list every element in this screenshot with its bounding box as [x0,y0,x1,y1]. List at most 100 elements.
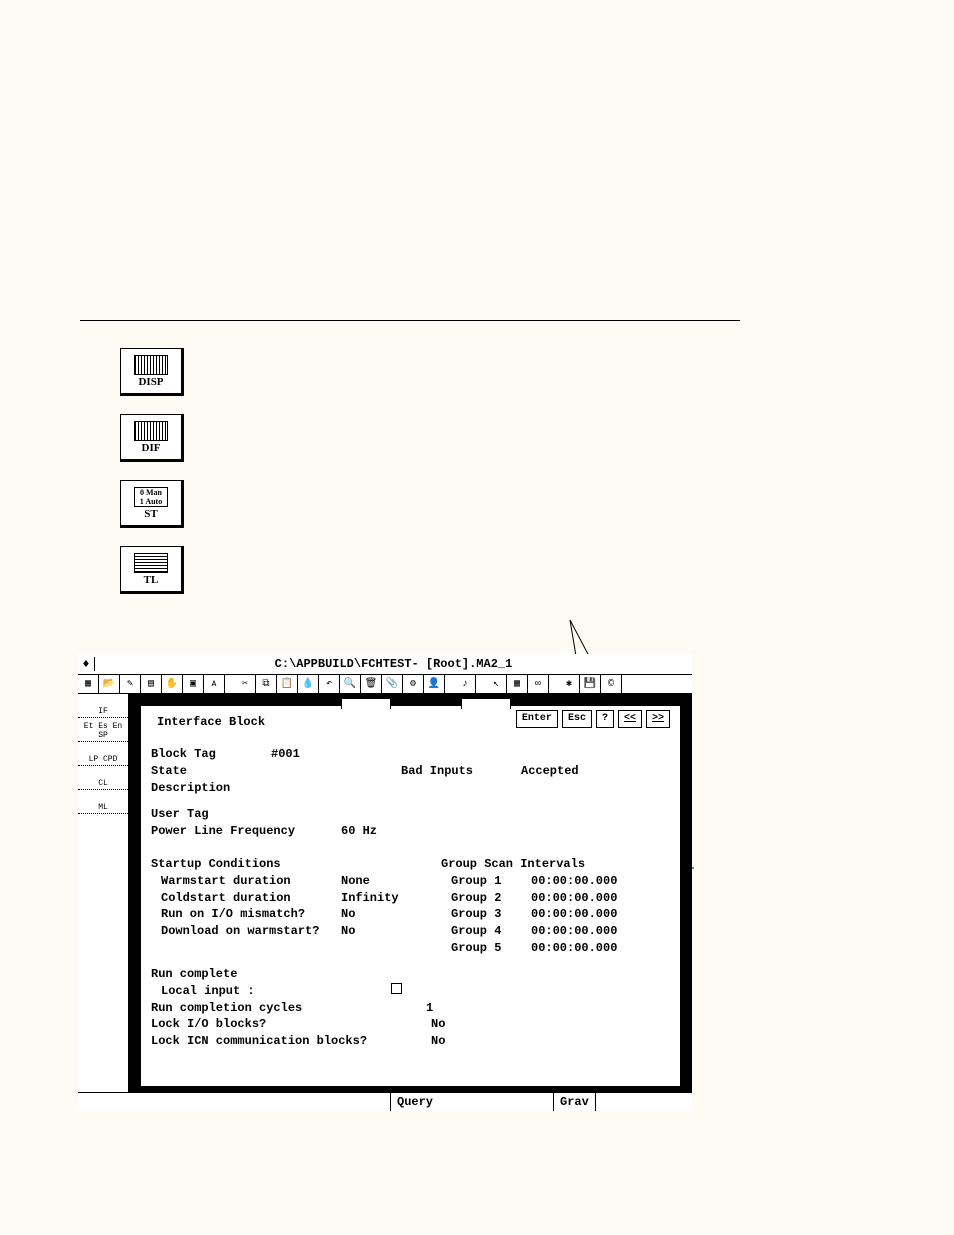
disp-button[interactable]: DISP [120,348,184,396]
dlwarm-label: Download on warmstart? [161,923,341,940]
system-menu-icon[interactable]: ♦ [78,657,95,671]
sidebar-et[interactable]: Et Es En SP [78,718,128,742]
monitor-icon [134,421,168,441]
run-cycles-label: Run completion cycles [151,1000,426,1017]
local-input-label: Local input : [161,983,391,1000]
tl-button[interactable]: TL [120,546,184,594]
run-cycles-value[interactable]: 1 [426,1000,433,1017]
tb-gear-icon[interactable]: ⚙ [403,675,424,693]
block-tag-label: Block Tag [151,746,271,763]
app-window: ♦ C:\APPBUILD\FCHTEST- [Root].MA2_1 ▦ 📂 … [78,654,692,1111]
iomismatch-value[interactable]: No [341,906,355,923]
tb-copy-icon[interactable]: ⧉ [256,675,277,693]
coldstart-label: Coldstart duration [161,890,341,907]
tb-tag-icon[interactable]: ▣ [183,675,204,693]
st-button[interactable]: 0 Man 1 Auto ST [120,480,184,528]
startup-heading: Startup Conditions [151,856,399,873]
g4-value[interactable]: 00:00:00.000 [531,923,617,940]
description-label: Description [151,780,230,797]
plf-label: Power Line Frequency [151,823,341,840]
g2-value[interactable]: 00:00:00.000 [531,890,617,907]
manauto-icon: 0 Man 1 Auto [134,487,168,507]
status-query: Query [391,1093,554,1111]
horizontal-rule [80,320,740,321]
title-bar: ♦ C:\APPBUILD\FCHTEST- [Root].MA2_1 [78,654,692,675]
warmstart-label: Warmstart duration [161,873,341,890]
next-button[interactable]: >> [646,710,670,728]
block-tag-value[interactable]: #001 [271,746,300,763]
icon-stack: DISP DIF 0 Man 1 Auto ST TL [120,348,184,594]
tb-cut-icon[interactable]: ✂ [235,675,256,693]
coldstart-value[interactable]: Infinity [341,890,399,907]
dialog-controls: Enter Esc ? << >> [516,710,670,728]
status-spacer [78,1093,391,1111]
tab-handle-2[interactable] [461,698,511,709]
plf-value[interactable]: 60 Hz [341,823,377,840]
st-label: ST [144,508,157,520]
dlwarm-value[interactable]: No [341,923,355,940]
tb-user-icon[interactable]: 👤 [424,675,445,693]
local-input-checkbox[interactable] [391,983,402,994]
tool-sidebar: IF Et Es En SP LP CPD CL ML [78,694,129,1092]
tb-edit-icon[interactable]: ✎ [120,675,141,693]
tb-paste-icon[interactable]: 📋 [277,675,298,693]
tb-stack-icon[interactable]: ▤ [141,675,162,693]
tb-disk-icon[interactable]: ▦ [78,675,99,693]
state-label: State [151,763,401,780]
status-bar: Query Grav [78,1092,692,1111]
tb-zoom-icon[interactable]: 🔍 [340,675,361,693]
lock-icn-value[interactable]: No [431,1033,445,1050]
tab-handle-1[interactable] [341,698,391,709]
dif-label: DIF [142,442,161,454]
g1-label: Group 1 [451,873,531,890]
tb-save-icon[interactable]: 💾 [580,675,601,693]
dif-button[interactable]: DIF [120,414,184,462]
help-button[interactable]: ? [596,710,614,728]
tb-undo-icon[interactable]: ↶ [319,675,340,693]
tb-drop-icon[interactable]: 💧 [298,675,319,693]
g4-label: Group 4 [451,923,531,940]
prev-button[interactable]: << [618,710,642,728]
tb-clip-icon[interactable]: 📎 [382,675,403,693]
enter-button[interactable]: Enter [516,710,558,728]
lock-icn-label: Lock ICN communication blocks? [151,1033,431,1050]
sidebar-if[interactable]: IF [78,694,128,718]
g2-label: Group 2 [451,890,531,907]
g5-label: Group 5 [451,940,531,957]
sidebar-cl[interactable]: CL [78,766,128,790]
tb-note-icon[interactable]: ♪ [455,675,476,693]
esc-button[interactable]: Esc [562,710,592,728]
tb-open-icon[interactable]: 📂 [99,675,120,693]
toolbar: ▦ 📂 ✎ ▤ ✋ ▣ ᴀ ✂ ⧉ 📋 💧 ↶ 🔍 🗑 📎 ⚙ 👤 ♪ ↖ ▦ … [78,675,692,694]
dialog-tabs [341,698,511,709]
bad-inputs-value[interactable]: Accepted [521,763,579,780]
sidebar-lp[interactable]: LP CPD [78,742,128,766]
bad-inputs-label: Bad Inputs [401,763,521,780]
g5-value[interactable]: 00:00:00.000 [531,940,617,957]
g1-value[interactable]: 00:00:00.000 [531,873,617,890]
tb-abc-icon[interactable]: ᴀ [204,675,225,693]
tb-grid-icon[interactable]: ▦ [507,675,528,693]
g3-value[interactable]: 00:00:00.000 [531,906,617,923]
dialog-title: Interface Block [157,714,265,731]
tb-hand-icon[interactable]: ✋ [162,675,183,693]
lock-io-value[interactable]: No [431,1016,445,1033]
disp-label: DISP [138,376,163,388]
tb-bug-icon[interactable]: ✱ [559,675,580,693]
tl-label: TL [144,574,159,586]
tb-copyright-icon[interactable]: © [601,675,622,693]
g3-label: Group 3 [451,906,531,923]
tb-trash-icon[interactable]: 🗑 [361,675,382,693]
content-frame: Interface Block Enter Esc ? << >> Block … [129,694,692,1092]
interface-block-dialog: Interface Block Enter Esc ? << >> Block … [141,706,680,1086]
window-title: C:\APPBUILD\FCHTEST- [Root].MA2_1 [95,657,692,671]
tb-link-icon[interactable]: ∞ [528,675,549,693]
run-complete-label: Run complete [151,966,445,983]
tb-cursor-icon[interactable]: ↖ [486,675,507,693]
scan-heading: Group Scan Intervals [441,856,617,873]
user-tag-label: User Tag [151,806,209,823]
iomismatch-label: Run on I/O mismatch? [161,906,341,923]
sidebar-ml[interactable]: ML [78,790,128,814]
warmstart-value[interactable]: None [341,873,370,890]
monitor-icon [134,355,168,375]
